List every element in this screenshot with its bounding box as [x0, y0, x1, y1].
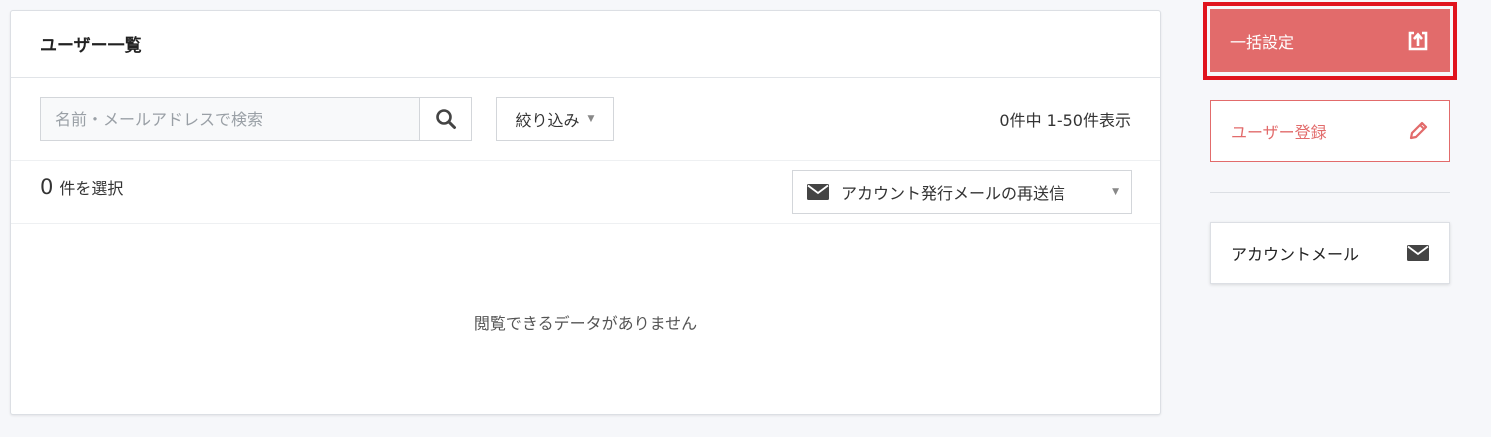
account-mail-button[interactable]: アカウントメール: [1210, 222, 1450, 284]
panel-title: ユーザー一覧: [40, 36, 142, 56]
envelope-icon: [1407, 245, 1429, 261]
user-list-panel: ユーザー一覧 絞り込み ▼ 0件中 1-50件表示 0 件を選択 アカウント発行メ…: [10, 10, 1161, 415]
selected-label: 件を選択: [59, 179, 124, 198]
search-input[interactable]: [41, 98, 419, 140]
pencil-icon: [1409, 121, 1428, 140]
filter-label: 絞り込み: [515, 111, 580, 130]
search-button[interactable]: [419, 98, 471, 140]
envelope-icon: [807, 184, 829, 200]
register-user-button[interactable]: ユーザー登録: [1210, 100, 1450, 162]
list-divider: [11, 223, 1160, 224]
search-box: [40, 97, 472, 141]
header-divider: [11, 77, 1160, 78]
resend-account-mail-button[interactable]: アカウント発行メールの再送信 ▼: [792, 170, 1132, 214]
bulk-settings-label: 一括設定: [1230, 32, 1295, 52]
bulk-settings-button[interactable]: 一括設定: [1210, 9, 1450, 72]
resend-label: アカウント発行メールの再送信: [841, 184, 1066, 203]
register-user-label: ユーザー登録: [1231, 123, 1327, 142]
filter-button[interactable]: 絞り込み ▼: [496, 97, 614, 141]
upload-icon: [1408, 31, 1428, 50]
empty-message: 閲覧できるデータがありません: [473, 314, 698, 333]
search-icon: [435, 109, 456, 129]
toolbar-divider: [11, 160, 1160, 161]
caret-down-icon: ▼: [1112, 187, 1119, 197]
result-count: 0件中 1-50件表示: [999, 111, 1131, 130]
caret-down-icon: ▼: [587, 114, 595, 124]
selected-count-label: 0 件を選択: [40, 175, 123, 199]
sidebar-divider: [1210, 192, 1450, 193]
account-mail-label: アカウントメール: [1231, 245, 1360, 264]
selected-count: 0: [40, 175, 54, 199]
